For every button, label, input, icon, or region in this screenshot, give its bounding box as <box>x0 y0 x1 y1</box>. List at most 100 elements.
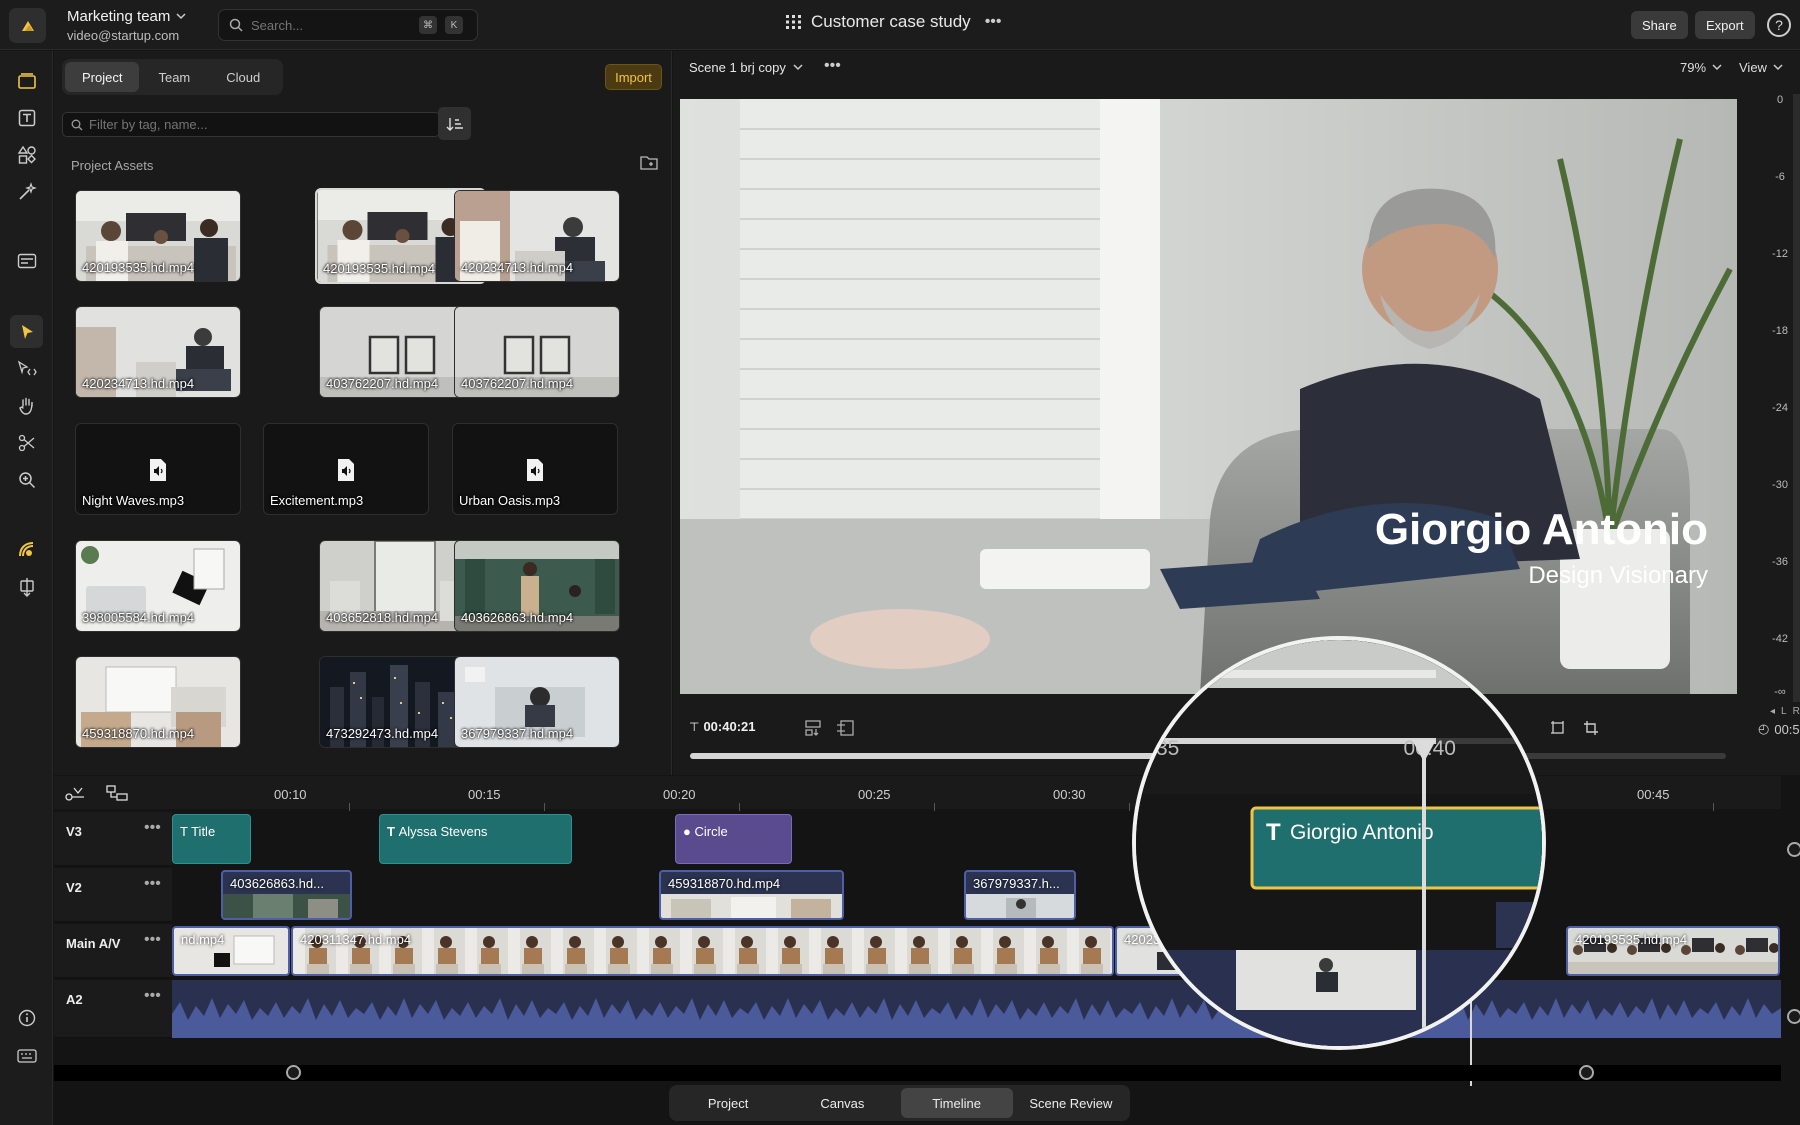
asset-tile-audio[interactable]: Urban Oasis.mp3 <box>452 423 618 515</box>
search-input[interactable] <box>251 17 411 33</box>
asset-tile[interactable]: 403626863.hd.mp4 <box>454 540 620 632</box>
insert-icon[interactable] <box>804 720 822 739</box>
asset-tile[interactable]: 403762207.hd.mp4 <box>454 306 620 398</box>
scroll-handle-right[interactable] <box>1579 1065 1594 1080</box>
asset-tile-audio[interactable]: Night Waves.mp3 <box>75 423 241 515</box>
asset-tile[interactable]: 367979337.hd.mp4 <box>454 656 620 748</box>
tab-team[interactable]: Team <box>141 62 207 92</box>
track-lane-main[interactable]: nd.mp4 420311347.hd.mp4 420234 420193535… <box>172 924 1781 978</box>
asset-name: Urban Oasis.mp3 <box>459 493 561 508</box>
nav-scene-review[interactable]: Scene Review <box>1015 1088 1127 1118</box>
text-clip[interactable]: T Alyssa Stevens <box>379 814 572 864</box>
select-icon[interactable] <box>10 315 43 348</box>
track-menu-icon[interactable]: ••• <box>144 987 161 1005</box>
team-name: Marketing team <box>67 8 171 25</box>
zoom-icon[interactable] <box>10 463 43 496</box>
asset-name: Night Waves.mp3 <box>82 493 185 508</box>
timeline-horizontal-scrollbar[interactable] <box>54 1065 1781 1081</box>
snap-icon[interactable] <box>64 784 86 805</box>
import-button[interactable]: Import <box>605 64 662 90</box>
nav-project[interactable]: Project <box>672 1088 784 1118</box>
overwrite-icon[interactable] <box>836 720 854 739</box>
ripple-icon[interactable] <box>10 352 43 385</box>
team-switcher[interactable]: Marketing team <box>67 8 186 25</box>
track-header-v3[interactable]: V3 ••• <box>54 812 172 866</box>
export-button[interactable]: Export <box>1695 11 1755 39</box>
new-folder-icon[interactable] <box>640 155 658 173</box>
elements-icon[interactable] <box>10 138 43 171</box>
scene-name: Scene 1 brj copy <box>689 60 786 75</box>
media-icon[interactable] <box>10 64 43 97</box>
info-icon[interactable] <box>10 1001 43 1034</box>
track-header-main[interactable]: Main A/V ••• <box>54 924 172 978</box>
audio-meter: 0 -6 -12 -18 -24 -30 -36 -42 -∞ ◂ L R <box>1765 94 1800 724</box>
video-clip[interactable]: 420311347.hd.mp4 <box>291 926 1114 976</box>
nav-timeline[interactable]: Timeline <box>900 1088 1013 1118</box>
tab-cloud[interactable]: Cloud <box>209 62 277 92</box>
team-email: video@startup.com <box>67 28 180 43</box>
video-clip[interactable]: 367979337.h... <box>964 870 1076 920</box>
overlay-title: Design Visionary <box>1528 562 1708 589</box>
link-clips-icon[interactable] <box>106 784 128 805</box>
asset-tile[interactable]: 459318870.hd.mp4 <box>75 656 241 748</box>
meter-tick: -42 <box>1772 633 1788 645</box>
track-lane-a2[interactable] <box>172 980 1781 1038</box>
help-icon[interactable]: ? <box>1767 13 1791 37</box>
crop-icon[interactable] <box>1583 720 1599 739</box>
video-clip[interactable]: nd.mp4 <box>172 926 290 976</box>
search-box[interactable]: ⌘ K <box>218 9 478 41</box>
color-icon[interactable] <box>10 533 43 566</box>
shape-clip[interactable]: ● Circle <box>675 814 792 864</box>
share-button[interactable]: Share <box>1631 11 1688 39</box>
meter-tick: -6 <box>1775 171 1785 183</box>
zoom-selector[interactable]: 79% <box>1680 60 1722 75</box>
tool-rail <box>0 51 53 1125</box>
hand-icon[interactable] <box>10 389 43 422</box>
nav-canvas[interactable]: Canvas <box>786 1088 898 1118</box>
clip-thumbnails <box>661 894 842 918</box>
sort-button[interactable] <box>438 107 471 140</box>
tab-project[interactable]: Project <box>65 62 140 92</box>
project-title-menu[interactable]: Customer case study ••• <box>785 12 1002 32</box>
text-clip[interactable]: T Title <box>172 814 251 864</box>
video-clip[interactable]: 420193535.hd.mp4 <box>1566 926 1780 976</box>
track-menu-icon[interactable]: ••• <box>144 819 161 837</box>
cut-icon[interactable] <box>10 426 43 459</box>
filter-box[interactable] <box>62 112 440 137</box>
transform-icon[interactable] <box>10 570 43 603</box>
view-selector[interactable]: View <box>1739 60 1783 75</box>
filter-input[interactable] <box>89 117 429 132</box>
effects-icon[interactable] <box>10 175 43 208</box>
project-title: Customer case study <box>811 12 971 31</box>
scroll-handle-left[interactable] <box>286 1065 301 1080</box>
text-icon[interactable] <box>10 101 43 134</box>
fit-icon[interactable] <box>1550 720 1566 739</box>
asset-tile[interactable]: 420234713.hd.mp4 <box>454 190 620 282</box>
track-header-v2[interactable]: V2 ••• <box>54 868 172 922</box>
video-canvas[interactable]: Giorgio Antonio Design Visionary <box>680 99 1737 694</box>
track-menu-icon[interactable]: ••• <box>144 931 161 949</box>
track-header-a2[interactable]: A2 ••• <box>54 980 172 1038</box>
keyboard-icon[interactable] <box>10 1039 43 1072</box>
track-scroll-knob[interactable] <box>1787 1009 1800 1024</box>
scrollbar-thumb[interactable] <box>287 1065 1617 1081</box>
ruler-tick <box>1713 803 1714 811</box>
asset-name: Excitement.mp3 <box>270 493 364 508</box>
asset-name: 420193535.hd.mp4 <box>323 261 436 276</box>
asset-tile[interactable]: 398005584.hd.mp4 <box>75 540 241 632</box>
asset-tile[interactable]: 420234713.hd.mp4 <box>75 306 241 398</box>
meter-tick: -18 <box>1772 325 1788 337</box>
subtitles-icon[interactable] <box>10 244 43 277</box>
asset-tile-audio[interactable]: Excitement.mp3 <box>263 423 429 515</box>
scene-selector[interactable]: Scene 1 brj copy <box>689 60 803 75</box>
video-clip[interactable]: 459318870.hd.mp4 <box>659 870 844 920</box>
video-clip[interactable]: 403626863.hd... <box>221 870 352 920</box>
ruler-label: 00:25 <box>858 787 891 802</box>
track-scroll-knob[interactable] <box>1787 842 1800 857</box>
asset-tile[interactable]: 420193535.hd.mp4 <box>75 190 241 282</box>
ruler-tick <box>934 803 935 811</box>
more-icon[interactable]: ••• <box>985 13 1002 31</box>
track-menu-icon[interactable]: ••• <box>144 875 161 893</box>
app-logo-icon[interactable] <box>9 8 46 43</box>
scene-more-icon[interactable]: ••• <box>824 57 841 75</box>
